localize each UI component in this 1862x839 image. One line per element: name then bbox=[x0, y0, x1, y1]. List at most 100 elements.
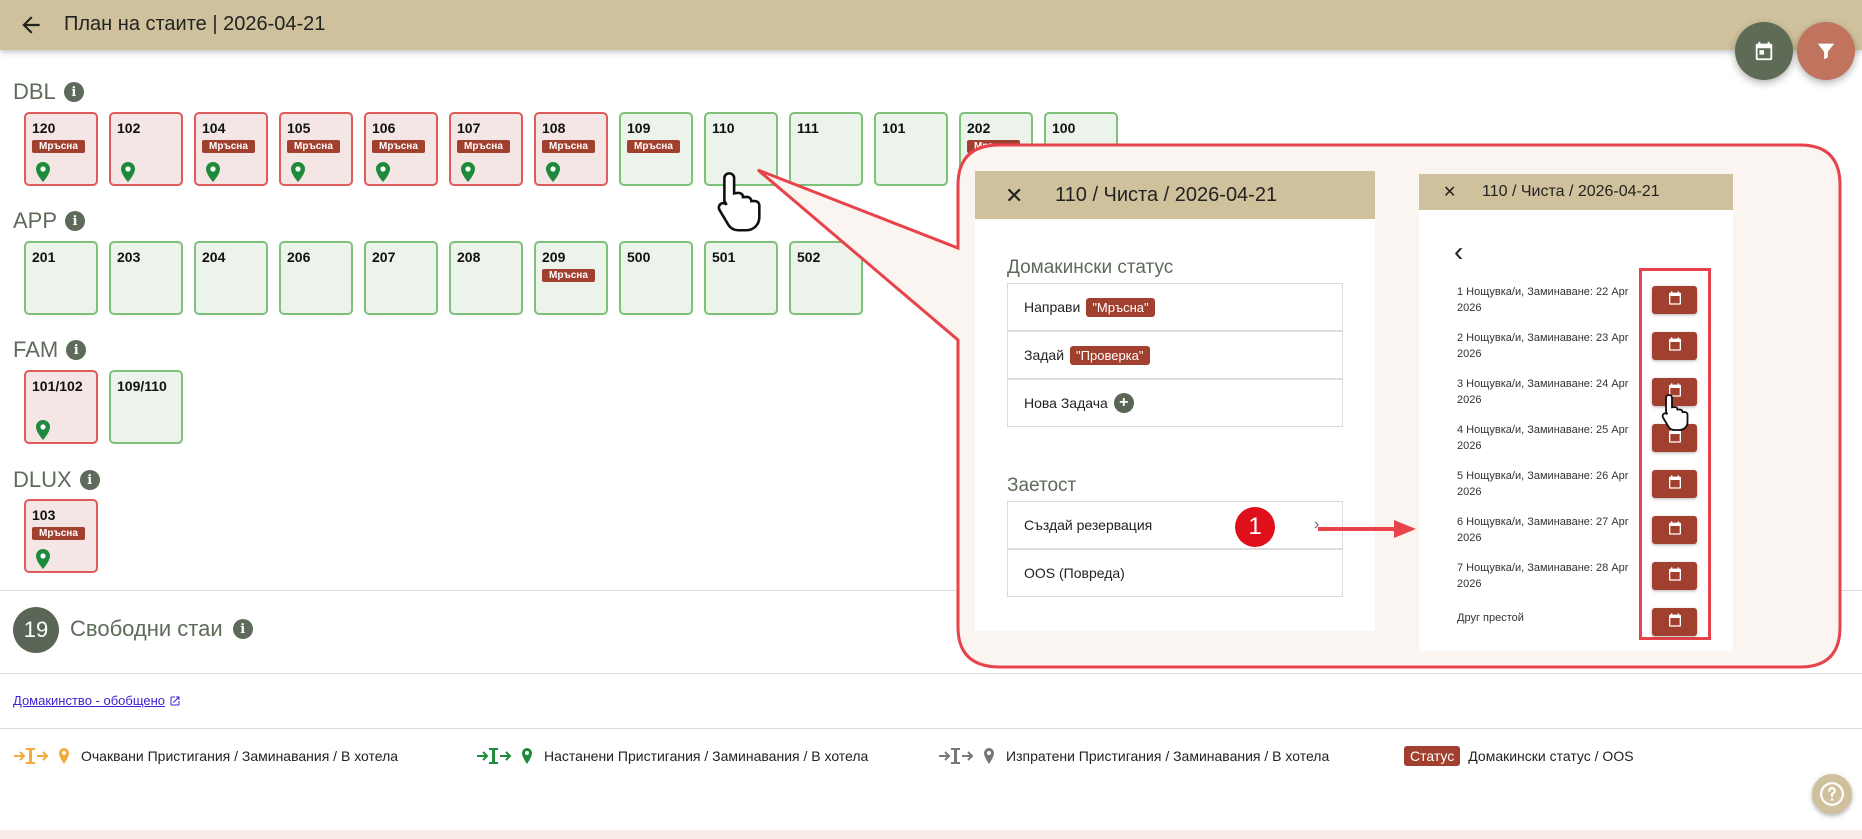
status-badge: Мръсна bbox=[372, 140, 425, 153]
room-number: 109/110 bbox=[117, 378, 167, 394]
close-icon[interactable]: ✕ bbox=[1005, 183, 1023, 209]
oos-row[interactable]: OOS (Повреда) bbox=[1007, 549, 1343, 597]
info-icon[interactable]: i bbox=[63, 82, 84, 102]
make-dirty-row[interactable]: Направи "Мръсна" bbox=[1007, 283, 1343, 331]
help-button[interactable] bbox=[1812, 774, 1852, 814]
status-chip: Статус bbox=[1404, 746, 1461, 766]
legend-expected: Очаквани Пристигания / Заминавания / В х… bbox=[13, 746, 398, 766]
select-dates-button[interactable] bbox=[1652, 470, 1697, 498]
room-number: 110 bbox=[712, 120, 735, 136]
pointer-cursor-icon bbox=[1661, 394, 1689, 431]
chevron-left-icon[interactable]: ‹ bbox=[1454, 236, 1463, 268]
free-rooms-title: Свободни стаи i bbox=[70, 616, 253, 642]
info-icon[interactable]: i bbox=[65, 211, 86, 231]
info-icon[interactable]: i bbox=[232, 619, 253, 639]
close-icon[interactable]: ✕ bbox=[1443, 182, 1456, 202]
room-tile[interactable]: 206 bbox=[279, 241, 353, 315]
status-badge: Мръсна bbox=[967, 140, 1020, 153]
room-tile[interactable]: 101 bbox=[874, 112, 948, 186]
arrival-departure-icon bbox=[939, 748, 994, 764]
location-pin-icon bbox=[120, 162, 136, 182]
section-name: DLUX bbox=[13, 467, 72, 492]
info-icon[interactable]: i bbox=[79, 470, 100, 490]
select-dates-button[interactable] bbox=[1652, 286, 1697, 314]
room-number: 104 bbox=[202, 120, 226, 136]
divider bbox=[0, 673, 1862, 674]
room-tile[interactable]: 204 bbox=[194, 241, 268, 315]
location-pin-icon bbox=[35, 549, 51, 569]
location-pin-icon bbox=[290, 162, 306, 182]
room-tile[interactable]: 101/102 bbox=[24, 370, 98, 444]
room-tile[interactable]: 106 Мръсна bbox=[364, 112, 438, 186]
section-title-fam: FAM i bbox=[13, 337, 87, 363]
status-badge: Мръсна bbox=[32, 527, 85, 540]
free-rooms-count: 19 bbox=[13, 607, 59, 653]
calendar-icon bbox=[1667, 612, 1683, 633]
section-name: APP bbox=[13, 208, 58, 233]
status-chip: "Мръсна" bbox=[1086, 297, 1155, 317]
room-tile[interactable]: 501 bbox=[704, 241, 778, 315]
night-option-label: 1 Нощувка/и, Заминаване: 22 Apr 2026 bbox=[1457, 286, 1629, 314]
room-tile[interactable]: 208 bbox=[449, 241, 523, 315]
room-number: 106 bbox=[372, 120, 396, 136]
room-tile[interactable]: 203 bbox=[109, 241, 183, 315]
calendar-fab-button[interactable] bbox=[1735, 22, 1793, 80]
housekeeping-status-title: Домакински статус bbox=[1007, 257, 1174, 278]
room-tile[interactable]: 502 bbox=[789, 241, 863, 315]
status-chip: "Проверка" bbox=[1070, 345, 1150, 365]
room-tile[interactable]: 102 bbox=[109, 112, 183, 186]
room-tile[interactable]: 207 bbox=[364, 241, 438, 315]
housekeeping-summary-link[interactable]: Домакинство - обобщено bbox=[13, 693, 181, 708]
night-option-label: 5 Нощувка/и, Заминаване: 26 Apr 2026 bbox=[1457, 470, 1629, 498]
room-number: 120 bbox=[32, 120, 56, 136]
room-tile[interactable]: 104 Мръсна bbox=[194, 112, 268, 186]
external-link-icon bbox=[170, 696, 180, 705]
select-dates-button[interactable] bbox=[1652, 516, 1697, 544]
room-tile[interactable]: 109 Мръсна bbox=[619, 112, 693, 186]
room-tile[interactable]: 500 bbox=[619, 241, 693, 315]
legend-label: Очаквани Пристигания / Заминавания / В х… bbox=[81, 748, 399, 764]
new-task-row[interactable]: Нова Задача + bbox=[1007, 379, 1343, 427]
room-tile[interactable]: 209 Мръсна bbox=[534, 241, 608, 315]
arrow-left-icon[interactable] bbox=[18, 12, 44, 38]
legend-sent: Изпратени Пристигания / Заминавания / В … bbox=[938, 746, 1329, 766]
section-title-dbl: DBL i bbox=[13, 79, 84, 105]
info-icon[interactable]: i bbox=[66, 340, 87, 360]
select-dates-button[interactable] bbox=[1652, 332, 1697, 360]
location-pin-icon bbox=[460, 162, 476, 182]
divider bbox=[0, 728, 1862, 729]
room-tile[interactable]: 108 Мръсна bbox=[534, 112, 608, 186]
create-reservation-row[interactable]: Създай резервация › bbox=[1007, 501, 1343, 549]
legend-label: Домакински статус / OOS bbox=[1468, 748, 1634, 764]
night-option-label: 2 Нощувка/и, Заминаване: 23 Apr 2026 bbox=[1457, 332, 1629, 360]
status-badge: Мръсна bbox=[202, 140, 255, 153]
room-tile[interactable]: 111 bbox=[789, 112, 863, 186]
room-number: 501 bbox=[712, 249, 736, 265]
room-number: 103 bbox=[32, 507, 56, 523]
section-title-app: APP i bbox=[13, 208, 86, 234]
room-tile[interactable]: 103 Мръсна bbox=[24, 499, 98, 573]
night-option-label: 6 Нощувка/и, Заминаване: 27 Apr 2026 bbox=[1457, 516, 1629, 544]
section-name: FAM bbox=[13, 337, 59, 362]
location-pin-icon bbox=[545, 162, 561, 182]
select-dates-button[interactable] bbox=[1652, 562, 1697, 590]
room-number: 203 bbox=[117, 249, 141, 265]
assign-inspection-row[interactable]: Задай "Проверка" bbox=[1007, 331, 1343, 379]
room-number: 500 bbox=[627, 249, 651, 265]
room-number: 201 bbox=[32, 249, 56, 265]
panel-title: 110 / Чиста / 2026-04-21 bbox=[1055, 184, 1278, 206]
room-tile[interactable]: 120 Мръсна bbox=[24, 112, 98, 186]
room-tile[interactable]: 109/110 bbox=[109, 370, 183, 444]
select-dates-button[interactable] bbox=[1652, 608, 1697, 636]
filter-fab-button[interactable] bbox=[1797, 22, 1855, 80]
room-tile[interactable]: 201 bbox=[24, 241, 98, 315]
room-number: 111 bbox=[797, 120, 819, 136]
assign-label: Задай bbox=[1024, 347, 1065, 363]
location-pin-icon bbox=[205, 162, 221, 182]
location-pin-icon bbox=[35, 162, 51, 182]
room-number: 207 bbox=[372, 249, 396, 265]
top-bar: План на стаите | 2026-04-21 bbox=[0, 0, 1862, 50]
room-tile[interactable]: 105 Мръсна bbox=[279, 112, 353, 186]
help-icon bbox=[1820, 782, 1844, 806]
room-tile[interactable]: 107 Мръсна bbox=[449, 112, 523, 186]
